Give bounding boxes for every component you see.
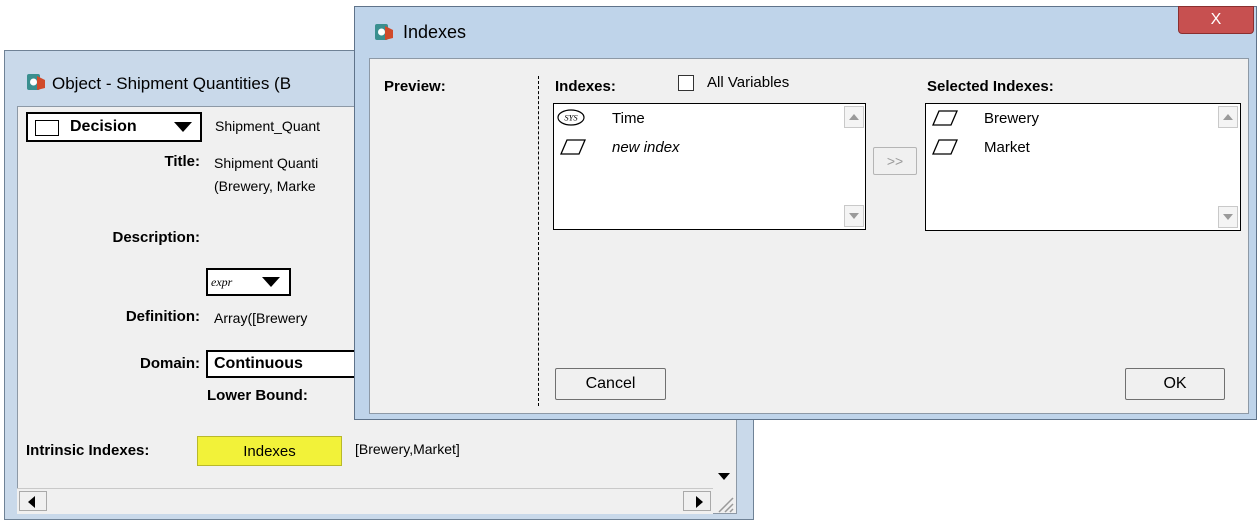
intrinsic-indexes-value: [Brewery,Market]: [355, 441, 460, 457]
preview-divider: [538, 76, 539, 406]
close-button[interactable]: X: [1178, 6, 1254, 34]
dialog-title: Indexes: [403, 22, 467, 42]
close-icon: X: [1210, 11, 1222, 28]
arrow-down-icon: [718, 473, 730, 480]
index-name: Market: [984, 139, 1030, 156]
index-name: new index: [612, 139, 680, 156]
expr-value: expr: [211, 275, 233, 289]
intrinsic-indexes-label: Intrinsic Indexes:: [26, 442, 150, 459]
scroll-left-button[interactable]: [19, 491, 47, 511]
list-item-new-index[interactable]: new index: [554, 135, 844, 159]
title-value-line1[interactable]: Shipment Quanti: [214, 155, 318, 171]
cancel-button[interactable]: Cancel: [555, 368, 666, 400]
all-variables-checkbox[interactable]: [678, 75, 694, 91]
list-item-time[interactable]: SYS Time: [554, 106, 844, 130]
resize-grip-icon[interactable]: [713, 490, 735, 514]
available-indexes-list[interactable]: SYS Time new index: [553, 103, 866, 230]
expr-dropdown[interactable]: expr: [206, 268, 291, 296]
arrow-left-icon: [28, 496, 35, 508]
indexes-label: Indexes:: [555, 78, 616, 95]
list-scroll-down[interactable]: [844, 205, 864, 227]
scroll-down-button[interactable]: [713, 462, 735, 488]
index-node-icon: [932, 139, 958, 155]
analytica-app-icon: [375, 24, 393, 40]
identifier-field[interactable]: Shipment_Quant: [215, 118, 320, 134]
arrow-up-icon: [1223, 114, 1233, 120]
preview-label: Preview:: [384, 78, 446, 95]
index-node-icon: [560, 139, 586, 155]
selected-indexes-list[interactable]: Brewery Market: [925, 103, 1241, 231]
index-name: Time: [612, 110, 645, 127]
arrow-up-icon: [849, 114, 859, 120]
definition-value[interactable]: Array([Brewery: [214, 310, 307, 326]
description-label: Description:: [112, 229, 200, 246]
domain-label: Domain:: [140, 355, 200, 372]
indexes-button[interactable]: Indexes: [197, 436, 342, 466]
class-type-dropdown[interactable]: Decision: [26, 112, 202, 142]
lower-bound-label: Lower Bound:: [207, 387, 308, 404]
list-item-brewery[interactable]: Brewery: [926, 106, 1218, 130]
object-window-title: Object - Shipment Quantities (B: [52, 74, 292, 93]
horizontal-scrollbar[interactable]: [17, 488, 713, 514]
chevron-down-icon: [262, 277, 280, 287]
domain-dropdown[interactable]: Continuous: [206, 350, 356, 378]
analytica-app-icon: [27, 74, 45, 90]
arrow-down-icon: [849, 213, 859, 219]
index-node-icon: [932, 110, 958, 126]
list-item-market[interactable]: Market: [926, 135, 1218, 159]
move-to-selected-button[interactable]: >>: [873, 147, 917, 175]
arrow-right-icon: [696, 496, 703, 508]
ok-button[interactable]: OK: [1125, 368, 1225, 400]
definition-label: Definition:: [125, 308, 200, 325]
sys-index-icon: SYS: [557, 109, 585, 126]
chevron-down-icon: [174, 122, 192, 132]
class-type-value: Decision: [70, 118, 137, 135]
arrow-down-icon: [1223, 214, 1233, 220]
index-name: Brewery: [984, 110, 1040, 127]
decision-node-icon: [35, 120, 59, 136]
selected-indexes-label: Selected Indexes:: [927, 78, 1054, 95]
title-label: Title:: [164, 153, 200, 170]
list-scroll-down[interactable]: [1218, 206, 1238, 228]
sys-badge: SYS: [564, 113, 578, 123]
scroll-right-button[interactable]: [683, 491, 711, 511]
list-scroll-up[interactable]: [844, 106, 864, 128]
list-scroll-up[interactable]: [1218, 106, 1238, 128]
all-variables-label: All Variables: [707, 74, 790, 91]
title-value-line2[interactable]: (Brewery, Marke: [214, 178, 316, 194]
domain-value: Continuous: [214, 355, 303, 372]
